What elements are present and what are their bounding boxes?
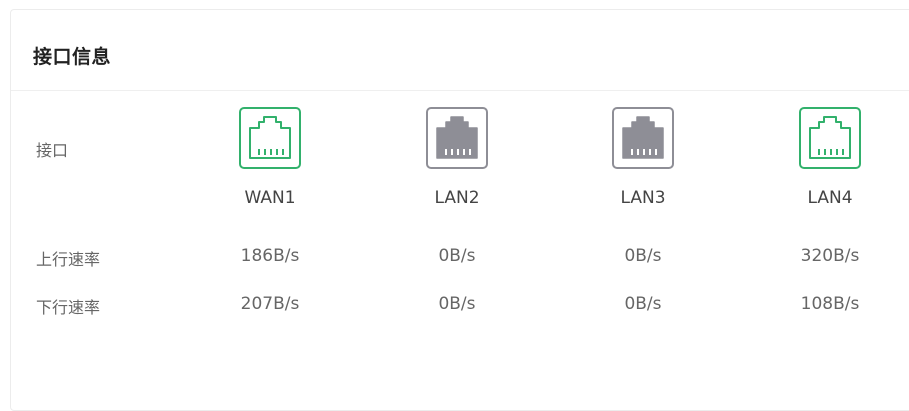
ethernet-port-icon [612,107,674,169]
port-name: LAN3 [620,188,666,208]
port-name: LAN4 [807,188,853,208]
download-rate-value: 108B/s [800,294,860,314]
panel-header: 接口信息 [11,10,909,91]
panel-title: 接口信息 [33,46,112,68]
download-rate-label: 下行速率 [36,298,101,317]
upload-rate-value: 186B/s [240,246,300,266]
ethernet-port-icon [799,107,861,169]
upload-rate-value: 0B/s [624,246,662,266]
upload-rate-value: 320B/s [800,246,860,266]
download-rate-value: 207B/s [240,294,300,314]
upload-rate-label: 上行速率 [36,250,101,269]
interface-row-label: 接口 [36,141,69,160]
ethernet-port-icon [426,107,488,169]
ethernet-port-icon [239,107,301,169]
interface-info-panel: 接口信息 [10,9,909,411]
download-rate-value: 0B/s [438,294,476,314]
port-name: WAN1 [244,188,296,208]
download-rate-value: 0B/s [624,294,662,314]
upload-rate-value: 0B/s [438,246,476,266]
port-name: LAN2 [434,188,480,208]
